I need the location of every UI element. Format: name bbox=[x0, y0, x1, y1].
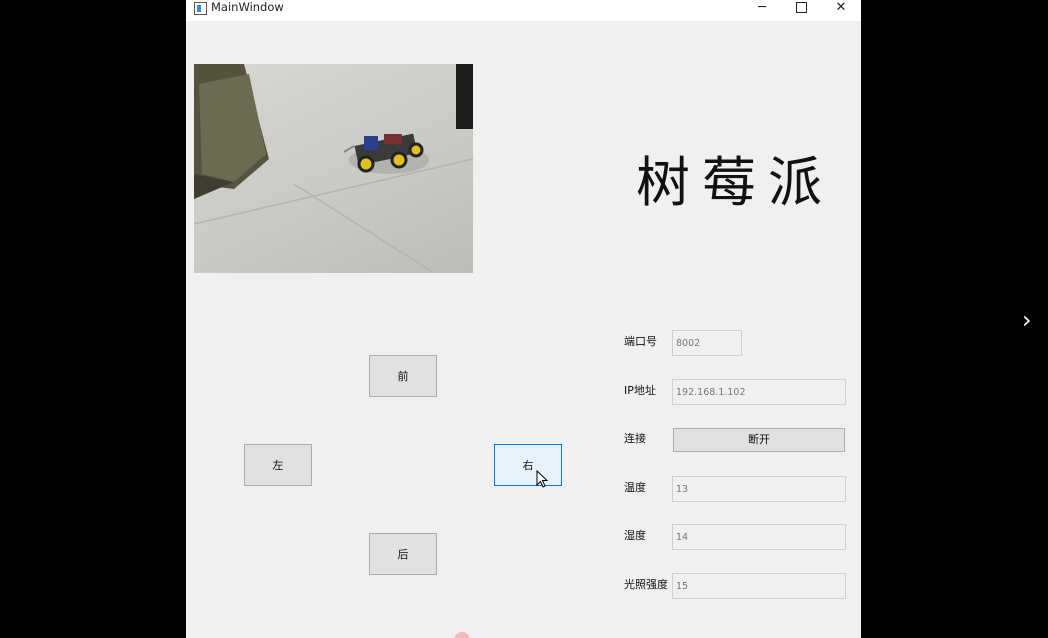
brand-title: 树莓派 bbox=[636, 151, 834, 214]
light-label: 光照强度 bbox=[624, 578, 668, 591]
mouse-cursor-icon bbox=[536, 470, 549, 488]
maximize-icon bbox=[795, 2, 807, 13]
temperature-label: 温度 bbox=[624, 481, 646, 494]
right-button[interactable]: 右 bbox=[494, 444, 562, 486]
back-button[interactable]: 后 bbox=[369, 533, 437, 575]
humidity-input[interactable] bbox=[672, 524, 846, 550]
port-input[interactable] bbox=[672, 330, 742, 356]
disconnect-button[interactable]: 断开 bbox=[673, 428, 845, 452]
window-title: MainWindow bbox=[211, 0, 284, 14]
left-button[interactable]: 左 bbox=[244, 444, 312, 486]
app-icon bbox=[194, 2, 207, 15]
ip-input[interactable] bbox=[672, 379, 846, 405]
ip-label: IP地址 bbox=[624, 384, 656, 397]
camera-feed-image bbox=[194, 64, 473, 273]
chevron-right-icon[interactable]: › bbox=[1022, 308, 1032, 332]
close-button[interactable]: ✕ bbox=[821, 0, 861, 17]
title-bar: MainWindow ─ ✕ bbox=[186, 0, 861, 21]
humidity-label: 湿度 bbox=[624, 529, 646, 542]
minimize-button[interactable]: ─ bbox=[742, 0, 782, 17]
temperature-input[interactable] bbox=[672, 476, 846, 502]
port-label: 端口号 bbox=[624, 335, 657, 348]
forward-button[interactable]: 前 bbox=[369, 355, 437, 397]
recording-indicator bbox=[454, 632, 470, 638]
maximize-button[interactable] bbox=[781, 0, 821, 17]
camera-feed bbox=[194, 64, 473, 273]
connect-label: 连接 bbox=[624, 432, 646, 445]
light-input[interactable] bbox=[672, 573, 846, 599]
main-window: MainWindow ─ ✕ 树莓派 前 左 右 后 端口号 8002 IP地址… bbox=[186, 0, 861, 638]
